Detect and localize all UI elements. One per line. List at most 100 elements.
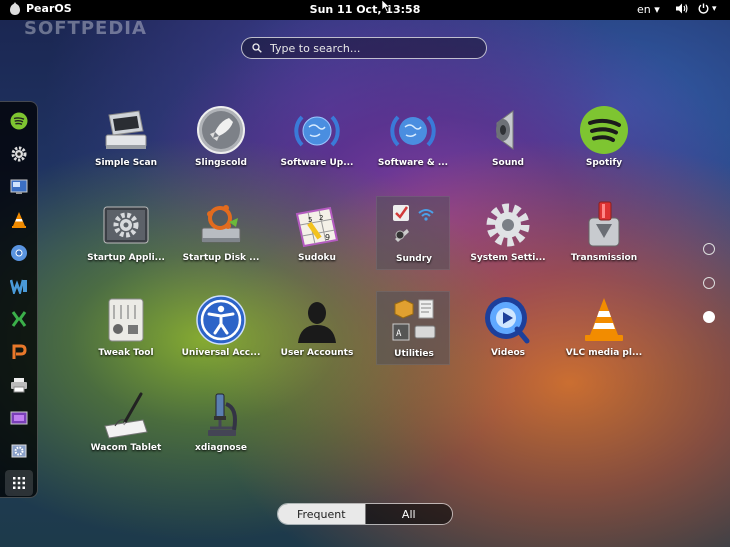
chromium-icon [11, 245, 27, 261]
vlc-icon [12, 212, 26, 228]
clock-menu[interactable]: Sun 11 Oct, 13:58 [0, 3, 730, 16]
system-monitor-icon [10, 179, 28, 194]
language-indicator[interactable]: en ▾ [637, 3, 660, 16]
power-menu-arrow: ▾ [712, 3, 717, 14]
clock-label[interactable]: Sun 11 Oct, 13:58 [310, 3, 421, 16]
app-label: Startup Appli... [87, 253, 165, 263]
app-label: User Accounts [280, 348, 354, 358]
dash-item-screenshot[interactable] [9, 408, 29, 428]
app-software-updater[interactable]: Software Up... [280, 101, 354, 175]
all-tab[interactable]: All [364, 504, 452, 524]
libreoffice-impress-icon [12, 344, 27, 359]
dash-item-spotify[interactable] [9, 111, 29, 131]
search-icon [252, 43, 262, 53]
app-label: Wacom Tablet [90, 443, 162, 453]
transmission-icon [588, 201, 620, 247]
wacom-tablet-icon [104, 392, 148, 439]
search-input[interactable] [268, 40, 472, 56]
app-label: Slingscold [195, 158, 247, 168]
app-label: Tweak Tool [98, 348, 154, 358]
app-tweak-tool[interactable]: Tweak Tool [89, 291, 163, 365]
app-label: Utilities [394, 349, 434, 359]
app-label: System Setti... [470, 253, 546, 263]
softpedia-watermark: SOFTPEDIA [24, 18, 147, 39]
scanner-icon [105, 110, 147, 149]
screenshot-icon [10, 411, 28, 425]
user-silhouette-icon [298, 302, 336, 343]
system-tray[interactable]: ▾ [676, 3, 717, 14]
dash-favorites [0, 101, 38, 498]
dash-item-chromium[interactable] [9, 243, 29, 263]
libreoffice-writer-icon [10, 279, 27, 294]
page-indicator-2[interactable] [703, 277, 715, 289]
app-label: Startup Disk ... [182, 253, 260, 263]
app-label: VLC media pl... [565, 348, 643, 358]
software-update-globe-icon [294, 115, 340, 147]
dash-item-printer[interactable] [9, 375, 29, 395]
app-label: Sudoku [298, 253, 336, 263]
page-indicator-1[interactable] [703, 243, 715, 255]
startup-apps-gear-icon [103, 206, 149, 244]
app-system-settings[interactable]: System Setti... [470, 196, 546, 270]
app-label: Universal Acc... [181, 348, 261, 358]
tweak-tool-icon [108, 298, 144, 342]
svg-text:2: 2 [319, 214, 323, 222]
app-slingscold[interactable]: Slingscold [184, 101, 258, 175]
app-videos[interactable]: Videos [471, 291, 545, 365]
app-label: xdiagnose [195, 443, 247, 453]
view-mode-toggle: Frequent All [277, 503, 453, 525]
app-xdiagnose[interactable]: xdiagnose [184, 386, 258, 460]
settings-gear-icon [11, 146, 27, 162]
videos-icon [485, 297, 530, 344]
app-label: Sound [492, 158, 524, 168]
dash-item-calc[interactable] [9, 309, 29, 329]
dash-item-software-tools[interactable] [9, 441, 29, 461]
system-settings-gear-icon [486, 203, 530, 247]
app-software-sources[interactable]: Software & ... [376, 101, 450, 175]
dash-item-settings[interactable] [9, 144, 29, 164]
power-icon [698, 3, 709, 14]
dash-item-system-monitor[interactable] [9, 177, 29, 197]
app-vlc-media-player[interactable]: VLC media pl... [566, 291, 642, 365]
search-box[interactable] [241, 37, 487, 59]
printer-icon [11, 378, 27, 393]
app-label: Videos [491, 348, 525, 358]
show-applications-button[interactable] [5, 470, 33, 496]
app-label: Spotify [585, 158, 623, 168]
rocket-icon [197, 106, 245, 154]
app-sound[interactable]: Sound [471, 101, 545, 175]
app-label: Simple Scan [94, 158, 157, 168]
app-transmission[interactable]: Transmission [567, 196, 641, 270]
app-spotify[interactable]: Spotify [567, 101, 641, 175]
app-simple-scan[interactable]: Simple Scan [89, 101, 163, 175]
sudoku-icon: 5 2 9 [295, 206, 339, 248]
dash-item-impress[interactable] [9, 342, 29, 362]
page-indicator-3[interactable] [703, 311, 715, 323]
app-startup-disk-creator[interactable]: Startup Disk ... [183, 196, 259, 270]
app-startup-applications[interactable]: Startup Appli... [87, 196, 165, 270]
volume-icon[interactable] [676, 3, 688, 14]
startup-disk-icon [201, 205, 241, 243]
folder-sundry-icon [393, 205, 434, 242]
dash-item-vlc[interactable] [9, 210, 29, 230]
show-applications-icon [13, 477, 25, 489]
app-wacom-tablet[interactable]: Wacom Tablet [89, 386, 163, 460]
power-menu[interactable]: ▾ [698, 3, 717, 14]
app-folder-sundry[interactable]: Sundry [376, 196, 450, 270]
accessibility-icon [196, 295, 246, 345]
app-label: Transmission [570, 253, 638, 263]
mouse-cursor-icon [382, 0, 390, 12]
frequent-tab[interactable]: Frequent [278, 504, 365, 524]
app-folder-utilities[interactable]: A Utilities [376, 291, 450, 365]
speaker-icon [496, 110, 514, 150]
microscope-icon [208, 393, 237, 436]
top-bar: PearOS Sun 11 Oct, 13:58 en ▾ ▾ [0, 0, 730, 20]
folder-utilities-icon: A [392, 299, 436, 341]
app-universal-access[interactable]: Universal Acc... [182, 291, 260, 365]
app-label: Software & ... [377, 158, 449, 168]
app-user-accounts[interactable]: User Accounts [280, 291, 354, 365]
app-sudoku[interactable]: 5 2 9 Sudoku [280, 196, 354, 270]
svg-text:A: A [396, 329, 402, 339]
dash-item-writer[interactable] [9, 276, 29, 296]
spotify-icon [580, 106, 628, 154]
